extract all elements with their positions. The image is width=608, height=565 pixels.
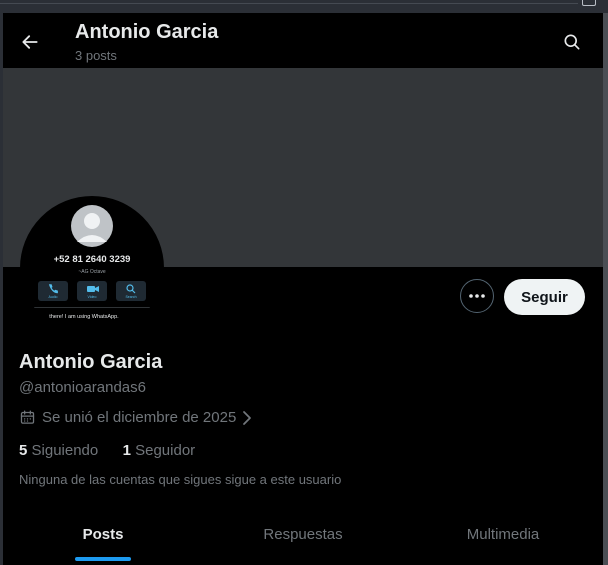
join-date[interactable]: Se unió el diciembre de 2025 <box>19 409 252 426</box>
tab-replies-label: Respuestas <box>263 526 343 543</box>
arrow-left-icon <box>22 35 38 49</box>
followers-count: 1 <box>122 442 131 459</box>
avatar[interactable]: +52 81 2640 3239 ~AG Octave Audio Video … <box>20 196 164 340</box>
followers-label: Seguidor <box>135 442 196 459</box>
followers-link[interactable]: 1 Seguidor <box>123 442 196 459</box>
calendar-icon <box>20 410 35 424</box>
tab-media[interactable]: Multimedia <box>403 510 603 565</box>
avatar-action-search: Search <box>125 295 136 299</box>
browser-top-strip <box>0 0 608 12</box>
follow-stats: 5 Siguiendo 1 Seguidor <box>19 442 195 459</box>
chevron-right-icon <box>243 410 252 425</box>
profile-header: Antonio Garcia 3 posts <box>3 13 603 68</box>
avatar-sublabel-text: ~AG Octave <box>78 269 106 275</box>
active-tab-indicator <box>75 557 131 561</box>
header-post-count: 3 posts <box>75 48 117 63</box>
profile-page: Antonio Garcia 3 posts +52 81 2640 3239 … <box>3 13 603 565</box>
search-icon <box>564 34 580 50</box>
profile-tabs: Posts Respuestas Multimedia <box>3 510 603 565</box>
scrollbar[interactable] <box>603 13 608 565</box>
back-button[interactable] <box>17 29 43 55</box>
window-restore-icon[interactable] <box>582 0 596 6</box>
avatar-action-video: Video <box>88 295 97 299</box>
browser-divider <box>0 3 578 4</box>
avatar-action-audio: Audio <box>49 295 58 299</box>
search-button[interactable] <box>559 29 585 55</box>
avatar-image: +52 81 2640 3239 ~AG Octave Audio Video … <box>22 198 162 338</box>
profile-name: Antonio Garcia <box>19 351 163 373</box>
following-label: Siguiendo <box>31 442 99 459</box>
avatar-phone-text: +52 81 2640 3239 <box>54 254 131 265</box>
more-options-button[interactable] <box>460 279 494 313</box>
join-date-text: Se unió el diciembre de 2025 <box>42 409 237 426</box>
tab-posts-label: Posts <box>82 526 124 543</box>
profile-handle: @antonioarandas6 <box>19 379 146 396</box>
tab-media-label: Multimedia <box>466 526 540 543</box>
avatar-status-text: there! I am using WhatsApp. <box>49 314 119 320</box>
tab-replies[interactable]: Respuestas <box>203 510 403 565</box>
follow-button[interactable]: Seguir <box>504 279 585 315</box>
following-count: 5 <box>19 442 28 459</box>
header-title: Antonio Garcia <box>75 21 219 43</box>
more-horizontal-icon <box>469 294 485 298</box>
tab-posts[interactable]: Posts <box>3 510 203 565</box>
mutual-followers-note: Ninguna de las cuentas que sigues sigue … <box>19 472 342 487</box>
following-link[interactable]: 5 Siguiendo <box>19 442 98 459</box>
